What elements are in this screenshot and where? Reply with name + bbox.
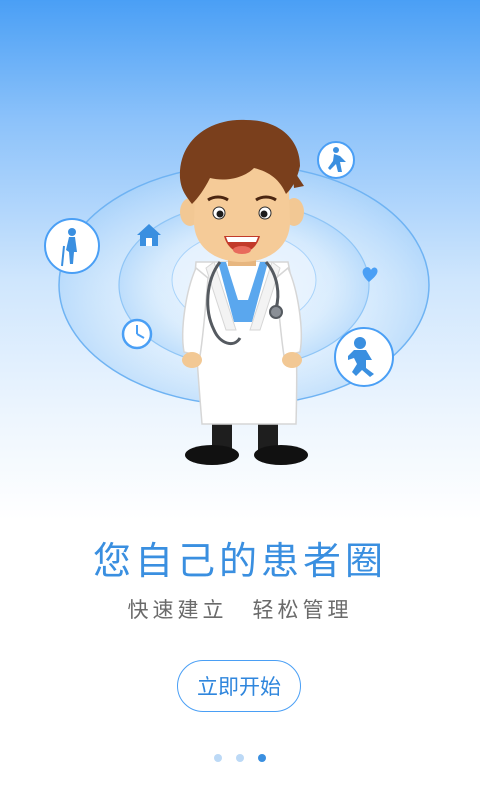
page-dot-1[interactable] — [214, 754, 222, 762]
onboarding-screen: 您自己的患者圈 快速建立 轻松管理 立即开始 — [0, 0, 480, 800]
woman-running-icon — [317, 141, 355, 179]
page-dot-3-active[interactable] — [258, 754, 266, 762]
elderly-person-icon — [44, 218, 100, 274]
doctor-figure — [179, 119, 308, 465]
onboarding-subline: 快速建立 轻松管理 — [127, 598, 353, 622]
child-running-icon — [334, 327, 394, 387]
page-indicator — [0, 754, 480, 764]
doctor-illustration — [44, 119, 430, 465]
start-now-button[interactable]: 立即开始 — [177, 660, 301, 712]
clock-icon — [121, 318, 153, 350]
onboarding-headline: 您自己的患者圈 — [92, 539, 387, 583]
page-dot-2[interactable] — [236, 754, 244, 762]
